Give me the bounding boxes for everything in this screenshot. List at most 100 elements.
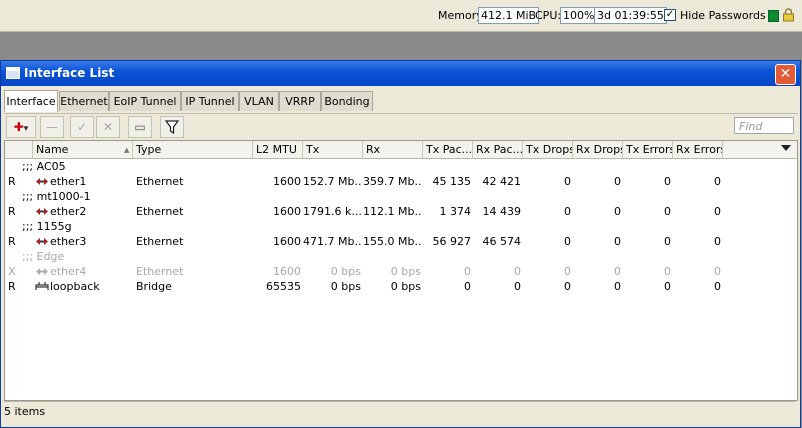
plus-icon: ✚	[13, 120, 24, 134]
row-tx: 1791.6 k...	[303, 205, 361, 218]
col-l2mtu[interactable]: L2 MTU	[253, 141, 303, 158]
close-button[interactable]: ✕	[775, 64, 796, 85]
row-name-cell: ether2	[35, 204, 131, 219]
col-rx-drops[interactable]: Rx Drops	[573, 141, 623, 158]
row-rx-packets: 46 574	[482, 235, 522, 248]
row-type: Ethernet	[136, 235, 184, 248]
ethernet-icon	[36, 178, 48, 185]
uptime-value: 3d 01:39:55	[594, 7, 667, 24]
row-rx-packets: 42 421	[482, 175, 522, 188]
disable-button[interactable]: ✕	[96, 116, 120, 138]
row-l2mtu: 1600	[273, 235, 301, 248]
row-l2mtu: 1600	[273, 175, 301, 188]
col-rx-packets[interactable]: Rx Pac...	[473, 141, 523, 158]
window-title: Interface List	[24, 66, 115, 80]
row-tx-drops: 0	[564, 235, 571, 248]
row-comment: ;;; mt1000-1	[22, 190, 91, 203]
bridge-icon	[35, 282, 49, 290]
tab-vlan[interactable]: VLAN	[239, 91, 279, 111]
dropdown-arrow-icon: ▾	[23, 124, 29, 134]
tab-bonding[interactable]: Bonding	[321, 91, 373, 111]
table-row[interactable]: R ether3 Ethernet 1600 471.7 Mb... 155.0…	[5, 234, 797, 249]
comment-row[interactable]: ;;; 1155g	[5, 219, 797, 234]
row-tx-errors: 0	[664, 235, 671, 248]
tab-ip-tunnel[interactable]: IP Tunnel	[181, 91, 239, 111]
table-header: Name ▲ Type L2 MTU Tx Rx Tx Pac... Rx Pa…	[5, 141, 797, 159]
tab-interface[interactable]: Interface	[4, 90, 58, 112]
row-rx-drops: 0	[614, 175, 621, 188]
row-tx-errors: 0	[664, 175, 671, 188]
row-tx-packets: 0	[464, 280, 471, 293]
row-name-cell: ether1	[35, 174, 131, 189]
row-tx-drops: 0	[564, 175, 571, 188]
hide-passwords-checkbox[interactable]: ✓	[664, 9, 676, 21]
row-rx: 112.1 Mb...	[363, 205, 421, 218]
col-rx[interactable]: Rx	[363, 141, 423, 158]
row-tx-packets: 1 374	[439, 205, 472, 218]
table-row[interactable]: R ether2 Ethernet 1600 1791.6 k... 112.1…	[5, 204, 797, 219]
comment-row[interactable]: ;;; mt1000-1	[5, 189, 797, 204]
row-flag: R	[8, 205, 16, 218]
col-tx-packets[interactable]: Tx Pac...	[423, 141, 473, 158]
row-rx-errors: 0	[714, 265, 721, 278]
find-input[interactable]: Find	[734, 117, 794, 134]
col-tx-drops[interactable]: Tx Drops	[523, 141, 573, 158]
row-l2mtu: 65535	[266, 280, 301, 293]
row-type: Ethernet	[136, 175, 184, 188]
lock-icon	[783, 8, 794, 22]
window-icon	[6, 67, 20, 79]
comment-row[interactable]: ;;; Edge	[5, 249, 797, 264]
memory-value: 412.1 MiB	[478, 7, 540, 24]
filter-icon	[164, 120, 180, 135]
row-rx-errors: 0	[714, 235, 721, 248]
enable-button[interactable]: ✓	[70, 116, 94, 138]
row-tx: 152.7 Mb...	[303, 175, 361, 188]
sort-arrow-icon: ▲	[124, 146, 130, 154]
connection-status-icon	[768, 10, 779, 22]
remove-button[interactable]: —	[40, 116, 64, 138]
table-row[interactable]: R loopback Bridge 65535 0 bps 0 bps 0 0 …	[5, 279, 797, 294]
row-name: ether3	[50, 235, 87, 248]
column-menu-icon[interactable]	[781, 145, 791, 151]
row-rx: 359.7 Mb...	[363, 175, 421, 188]
row-l2mtu: 1600	[273, 205, 301, 218]
row-type: Bridge	[136, 280, 172, 293]
table-row-disabled[interactable]: X ether4 Ethernet 1600 0 bps 0 bps 0 0 0…	[5, 264, 797, 279]
row-type: Ethernet	[136, 205, 184, 218]
col-name[interactable]: Name	[33, 141, 133, 158]
col-flag[interactable]	[5, 141, 33, 158]
ethernet-icon	[36, 268, 48, 275]
tab-vrrp[interactable]: VRRP	[279, 91, 321, 111]
add-button[interactable]: ✚▾	[6, 116, 36, 138]
row-rx-drops: 0	[614, 235, 621, 248]
row-name: ether2	[50, 205, 87, 218]
row-flag: R	[8, 280, 16, 293]
ethernet-icon	[36, 238, 48, 245]
comment-button[interactable]: ▭	[128, 116, 152, 138]
tab-ethernet[interactable]: Ethernet	[59, 91, 109, 111]
hide-passwords-label[interactable]: Hide Passwords	[680, 8, 766, 23]
row-rx-errors: 0	[714, 175, 721, 188]
window-titlebar[interactable]: Interface List ✕	[1, 61, 800, 86]
row-tx-packets: 56 927	[432, 235, 472, 248]
row-tx-drops: 0	[564, 265, 571, 278]
row-rx-errors: 0	[714, 280, 721, 293]
col-tx[interactable]: Tx	[303, 141, 363, 158]
row-comment: ;;; AC05	[22, 160, 66, 173]
col-type[interactable]: Type	[133, 141, 253, 158]
comment-row[interactable]: ;;; AC05	[5, 159, 797, 174]
row-comment: ;;; 1155g	[22, 220, 72, 233]
cpu-label: CPU:	[535, 9, 562, 22]
row-rx-drops: 0	[614, 205, 621, 218]
row-tx-errors: 0	[664, 280, 671, 293]
row-type: Ethernet	[136, 265, 184, 278]
col-rx-errors[interactable]: Rx Errors	[673, 141, 723, 158]
row-rx-packets: 0	[514, 265, 521, 278]
col-tx-errors[interactable]: Tx Errors	[623, 141, 673, 158]
row-name-cell: ether3	[35, 234, 131, 249]
row-name-cell: ether4	[35, 264, 131, 279]
table-row[interactable]: R ether1 Ethernet 1600 152.7 Mb... 359.7…	[5, 174, 797, 189]
filter-button[interactable]	[160, 116, 184, 138]
interface-table: Name ▲ Type L2 MTU Tx Rx Tx Pac... Rx Pa…	[4, 140, 798, 401]
tab-eoip-tunnel[interactable]: EoIP Tunnel	[109, 91, 181, 111]
